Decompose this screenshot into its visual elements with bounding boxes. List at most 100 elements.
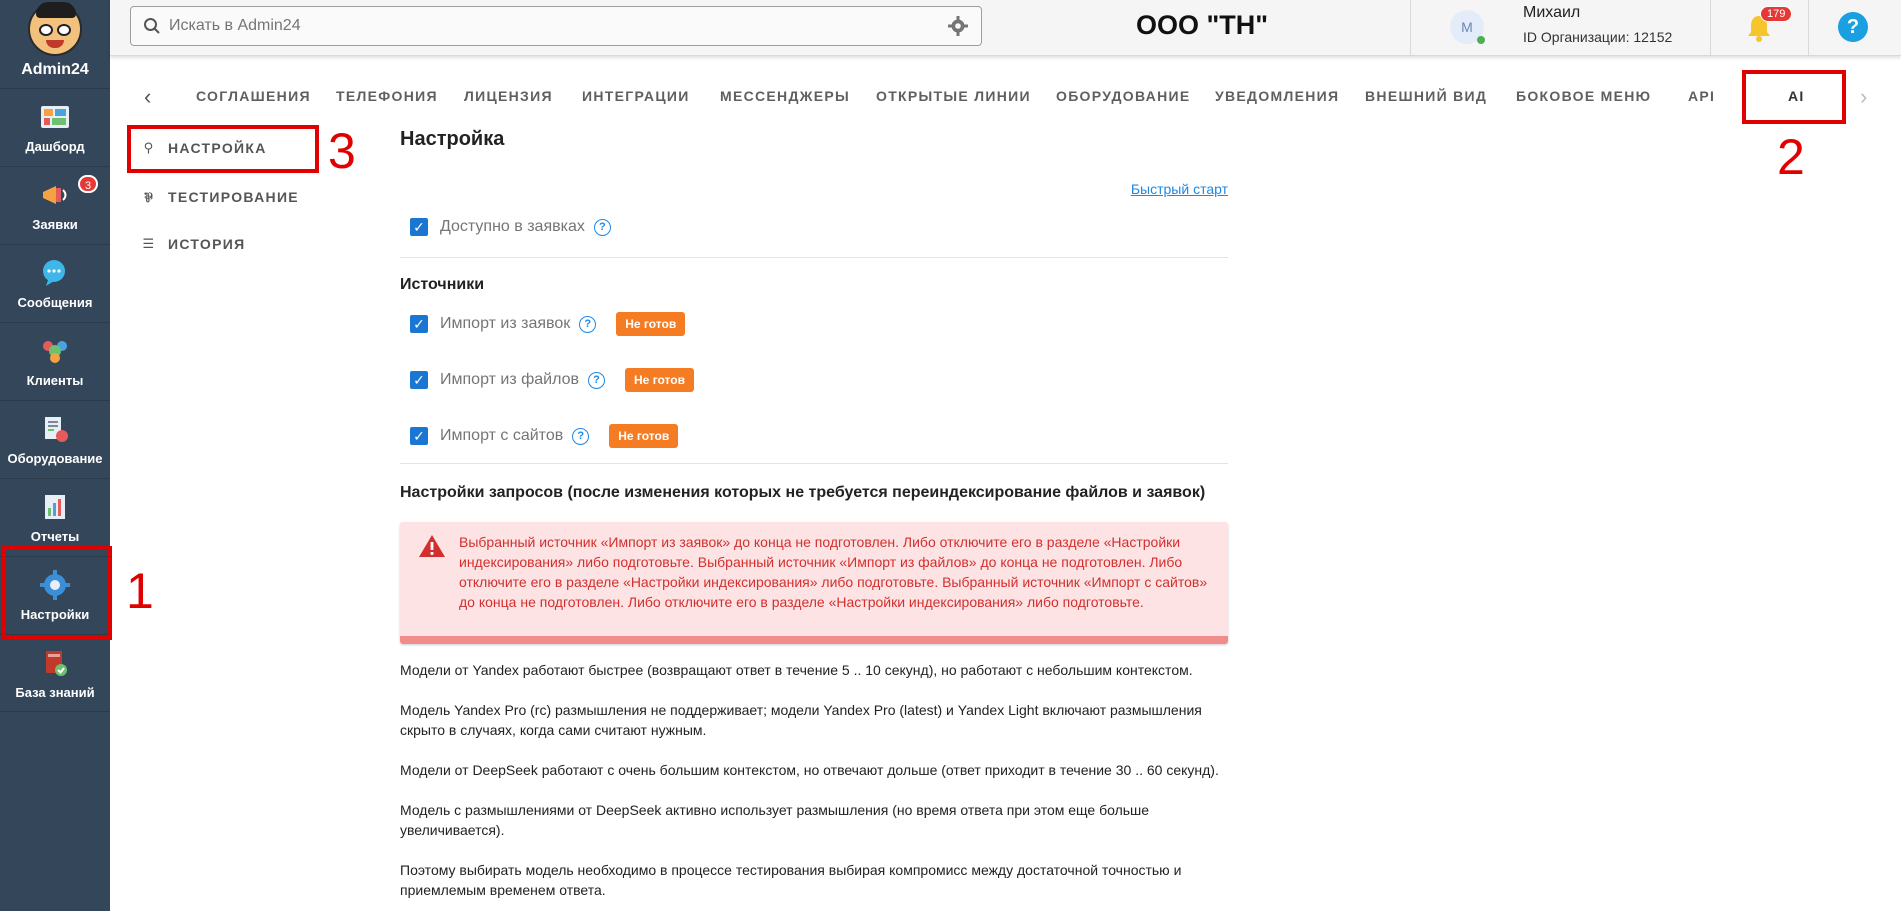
app-logo[interactable]: Admin24	[0, 0, 110, 88]
tab-side-menu[interactable]: БОКОВОЕ МЕНЮ	[1516, 88, 1651, 104]
alert-bottom-bar	[400, 636, 1228, 644]
tab-equipment[interactable]: ОБОРУДОВАНИЕ	[1056, 88, 1191, 104]
help-icon[interactable]: ?	[1838, 12, 1868, 42]
sidebar: Admin24 Дашборд Заявки 3 Сообщения Клиен…	[0, 0, 110, 911]
book-icon	[39, 647, 71, 679]
import-sites-checkbox[interactable]: ✓	[410, 427, 428, 445]
annotation-box-subnav-settings	[127, 125, 319, 173]
dashboard-icon	[39, 101, 71, 133]
sidebar-item-label: Заявки	[32, 217, 78, 232]
tab-license[interactable]: ЛИЦЕНЗИЯ	[464, 88, 553, 104]
help-circle-icon[interactable]: ?	[579, 315, 597, 333]
info-paragraph: Модели от Yandex работают быстрее (возвр…	[400, 662, 1193, 678]
info-paragraph: Модели от DeepSeek работают с очень боль…	[400, 762, 1219, 778]
chevron-left-icon[interactable]: ‹	[144, 84, 151, 110]
organization-id: ID Организации: 12152	[1523, 29, 1673, 45]
tab-api[interactable]: API	[1688, 88, 1715, 104]
help-circle-icon[interactable]: ?	[572, 427, 590, 445]
warning-alert: Выбранный источник «Импорт из заявок» до…	[400, 522, 1228, 644]
sidebar-item-label: Клиенты	[26, 373, 84, 388]
source-row: ✓ Импорт из заявок ? Не готов	[410, 312, 686, 336]
online-status-dot	[1477, 36, 1485, 44]
status-badge: Не готов	[625, 368, 694, 392]
annotation-box-settings	[2, 546, 112, 640]
sidebar-item-label: Оборудование	[7, 451, 103, 466]
alert-message: Выбранный источник «Импорт из заявок» до…	[459, 534, 1208, 610]
source-row: ✓ Импорт из файлов ? Не готов	[410, 368, 694, 392]
annotation-number: 1	[126, 563, 154, 619]
tab-open-lines[interactable]: ОТКРЫТЫЕ ЛИНИИ	[876, 88, 1031, 104]
subnav-testing[interactable]: ⅌ ТЕСТИРОВАНИЕ	[140, 188, 299, 206]
source-row: ✓ Импорт с сайтов ? Не готов	[410, 424, 679, 448]
sidebar-item-knowledge-base[interactable]: База знаний	[0, 634, 110, 712]
organization-title: ООО "ТН"	[1136, 10, 1269, 40]
main-content: Настройка Быстрый старт ✓ Доступно в зая…	[400, 128, 1228, 898]
app-name: Admin24	[21, 61, 89, 78]
tab-messengers[interactable]: МЕССЕНДЖЕРЫ	[720, 88, 850, 104]
checkbox-label: Импорт с сайтов	[440, 427, 564, 444]
tab-notifications[interactable]: УВЕДОМЛЕНИЯ	[1215, 88, 1339, 104]
quick-start-link[interactable]: Быстрый старт	[1131, 181, 1228, 197]
sidebar-item-reports[interactable]: Отчеты	[0, 478, 110, 556]
help-circle-icon[interactable]: ?	[588, 371, 606, 389]
checkbox-label: Импорт из файлов	[440, 371, 580, 388]
reports-icon	[39, 491, 71, 523]
chevron-right-icon[interactable]: ›	[1860, 84, 1867, 110]
status-badge: Не готов	[616, 312, 686, 336]
search-input[interactable]: Искать в Admin24	[169, 17, 947, 35]
header-divider	[1710, 0, 1711, 56]
subnav-label: ИСТОРИЯ	[168, 236, 246, 252]
info-paragraph: Модель Yandex Pro (rc) размышления не по…	[400, 702, 1202, 738]
sidebar-item-equipment[interactable]: Оборудование	[0, 400, 110, 478]
divider	[400, 463, 1228, 464]
megaphone-icon	[39, 179, 71, 211]
info-paragraph: Поэтому выбирать модель необходимо в про…	[400, 862, 1182, 898]
sidebar-item-messages[interactable]: Сообщения	[0, 244, 110, 322]
mascot-icon	[28, 2, 82, 56]
available-in-tickets-row: ✓ Доступно в заявках ?	[410, 218, 611, 236]
list-icon: ☰	[142, 236, 156, 251]
sidebar-item-tickets[interactable]: Заявки 3	[0, 166, 110, 244]
annotation-number: 3	[328, 123, 356, 179]
search-field[interactable]: Искать в Admin24	[130, 6, 982, 46]
clients-icon	[39, 335, 71, 367]
help-circle-icon[interactable]: ?	[593, 218, 611, 236]
sidebar-item-clients[interactable]: Клиенты	[0, 322, 110, 400]
search-icon	[144, 18, 160, 34]
search-settings-gear-icon[interactable]	[947, 15, 969, 37]
sidebar-item-label: База знаний	[15, 684, 95, 700]
subnav-label: ТЕСТИРОВАНИЕ	[168, 189, 299, 205]
notifications-badge: 179	[1760, 6, 1793, 22]
status-badge: Не готов	[609, 424, 679, 448]
testing-icon: ⅌	[144, 190, 154, 205]
tab-appearance[interactable]: ВНЕШНИЙ ВИД	[1365, 88, 1487, 104]
annotation-number: 2	[1777, 129, 1805, 185]
top-bar: Искать в Admin24 ООО "ТН" М Михаил ID Ор…	[110, 0, 1901, 56]
header-divider	[1410, 0, 1411, 56]
import-tickets-checkbox[interactable]: ✓	[410, 315, 428, 333]
annotation-box-ai-tab	[1742, 70, 1846, 124]
checkbox-label: Импорт из заявок	[440, 315, 571, 332]
sidebar-item-dashboard[interactable]: Дашборд	[0, 88, 110, 166]
sidebar-item-label: Дашборд	[25, 139, 85, 154]
warning-icon	[418, 534, 446, 563]
tickets-count-badge: 3	[78, 175, 98, 193]
sidebar-item-label: Отчеты	[30, 529, 80, 544]
requests-settings-title: Настройки запросов (после изменения кото…	[400, 484, 1206, 501]
user-name[interactable]: Михаил	[1523, 4, 1580, 22]
subnav-history[interactable]: ☰ ИСТОРИЯ	[140, 236, 245, 252]
checkbox-label: Доступно в заявках	[440, 218, 585, 235]
settings-tabs: ‹ СОГЛАШЕНИЯ ТЕЛЕФОНИЯ ЛИЦЕНЗИЯ ИНТЕГРАЦ…	[110, 72, 1901, 122]
sidebar-item-label: Сообщения	[17, 295, 93, 310]
divider	[400, 257, 1228, 258]
tab-integrations[interactable]: ИНТЕГРАЦИИ	[582, 88, 690, 104]
tab-agreements[interactable]: СОГЛАШЕНИЯ	[196, 88, 311, 104]
page-title: Настройка	[400, 128, 505, 150]
tab-telephony[interactable]: ТЕЛЕФОНИЯ	[336, 88, 438, 104]
info-paragraph: Модель с размышлениями от DeepSeek актив…	[400, 802, 1150, 838]
sources-title: Источники	[400, 276, 485, 293]
available-in-tickets-checkbox[interactable]: ✓	[410, 218, 428, 236]
import-files-checkbox[interactable]: ✓	[410, 371, 428, 389]
equipment-icon	[39, 413, 71, 445]
chat-icon	[39, 257, 71, 289]
